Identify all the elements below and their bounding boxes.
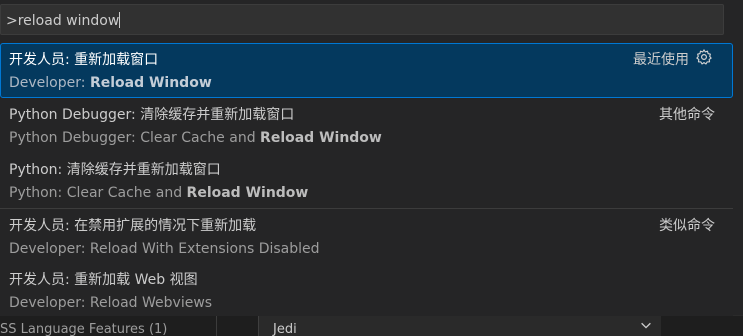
chevron-down-icon	[641, 322, 651, 329]
command-group-label: 最近使用	[633, 52, 689, 68]
detail-match-highlight: Reload Window	[260, 130, 382, 146]
command-group-label: 类似命令	[659, 218, 715, 234]
command-detail: Developer: Reload Window	[9, 75, 212, 91]
detail-text: Python: Clear Cache and	[9, 185, 187, 201]
command-item-reload-webviews[interactable]: 开发人员: 重新加载 Web 视图 Developer: Reload Webv…	[0, 263, 733, 318]
command-label: Python Debugger: 清除缓存并重新加载窗口	[9, 107, 295, 123]
command-item-python-debugger-clear-cache[interactable]: Python Debugger: 清除缓存并重新加载窗口 其他命令 Python…	[0, 98, 733, 153]
detail-match-highlight: Reload Window	[186, 185, 309, 201]
gear-icon[interactable]	[695, 48, 713, 66]
detail-text: Python Debugger: Clear Cache and	[9, 130, 261, 146]
language-server-dropdown[interactable]: Jedi	[258, 316, 661, 336]
command-palette: >reload window 开发人员: 重新加载窗口 最近使用 Develop…	[0, 0, 733, 316]
command-detail: Python Debugger: Clear Cache and Reload …	[9, 130, 382, 146]
text-cursor	[119, 12, 121, 28]
command-item-reload-window[interactable]: 开发人员: 重新加载窗口 最近使用 Developer: Reload Wind…	[0, 43, 733, 98]
command-label: 开发人员: 重新加载窗口	[9, 52, 159, 68]
command-item-python-clear-cache[interactable]: Python: 清除缓存并重新加载窗口 Python: Clear Cache …	[0, 153, 733, 208]
command-item-reload-extensions-disabled[interactable]: 开发人员: 在禁用扩展的情况下重新加载 类似命令 Developer: Relo…	[0, 208, 733, 263]
command-palette-input-box[interactable]: >reload window	[0, 4, 724, 35]
background-list-item[interactable]: SS Language Features (1)	[0, 322, 216, 336]
dropdown-value: Jedi	[273, 322, 297, 336]
command-detail: Python: Clear Cache and Reload Window	[9, 185, 308, 201]
command-label: 开发人员: 重新加载 Web 视图	[9, 272, 198, 288]
command-label: 开发人员: 在禁用扩展的情况下重新加载	[9, 218, 257, 234]
detail-text: Developer:	[9, 75, 90, 91]
command-group-label: 其他命令	[659, 107, 715, 123]
background-settings-strip: SS Language Features (1) Jedi	[0, 315, 743, 336]
detail-match-highlight: Reload Window	[89, 75, 212, 91]
command-list: 开发人员: 重新加载窗口 最近使用 Developer: Reload Wind…	[0, 43, 733, 318]
query-text: >reload window	[6, 13, 120, 29]
vscode-window: SS Language Features (1) Jedi >reload wi…	[0, 0, 743, 336]
command-label: Python: 清除缓存并重新加载窗口	[9, 162, 221, 178]
command-palette-input[interactable]: >reload window	[6, 12, 706, 29]
command-detail: Developer: Reload With Extensions Disabl…	[9, 241, 320, 257]
command-detail: Developer: Reload Webviews	[9, 295, 213, 311]
background-divider	[216, 316, 217, 336]
